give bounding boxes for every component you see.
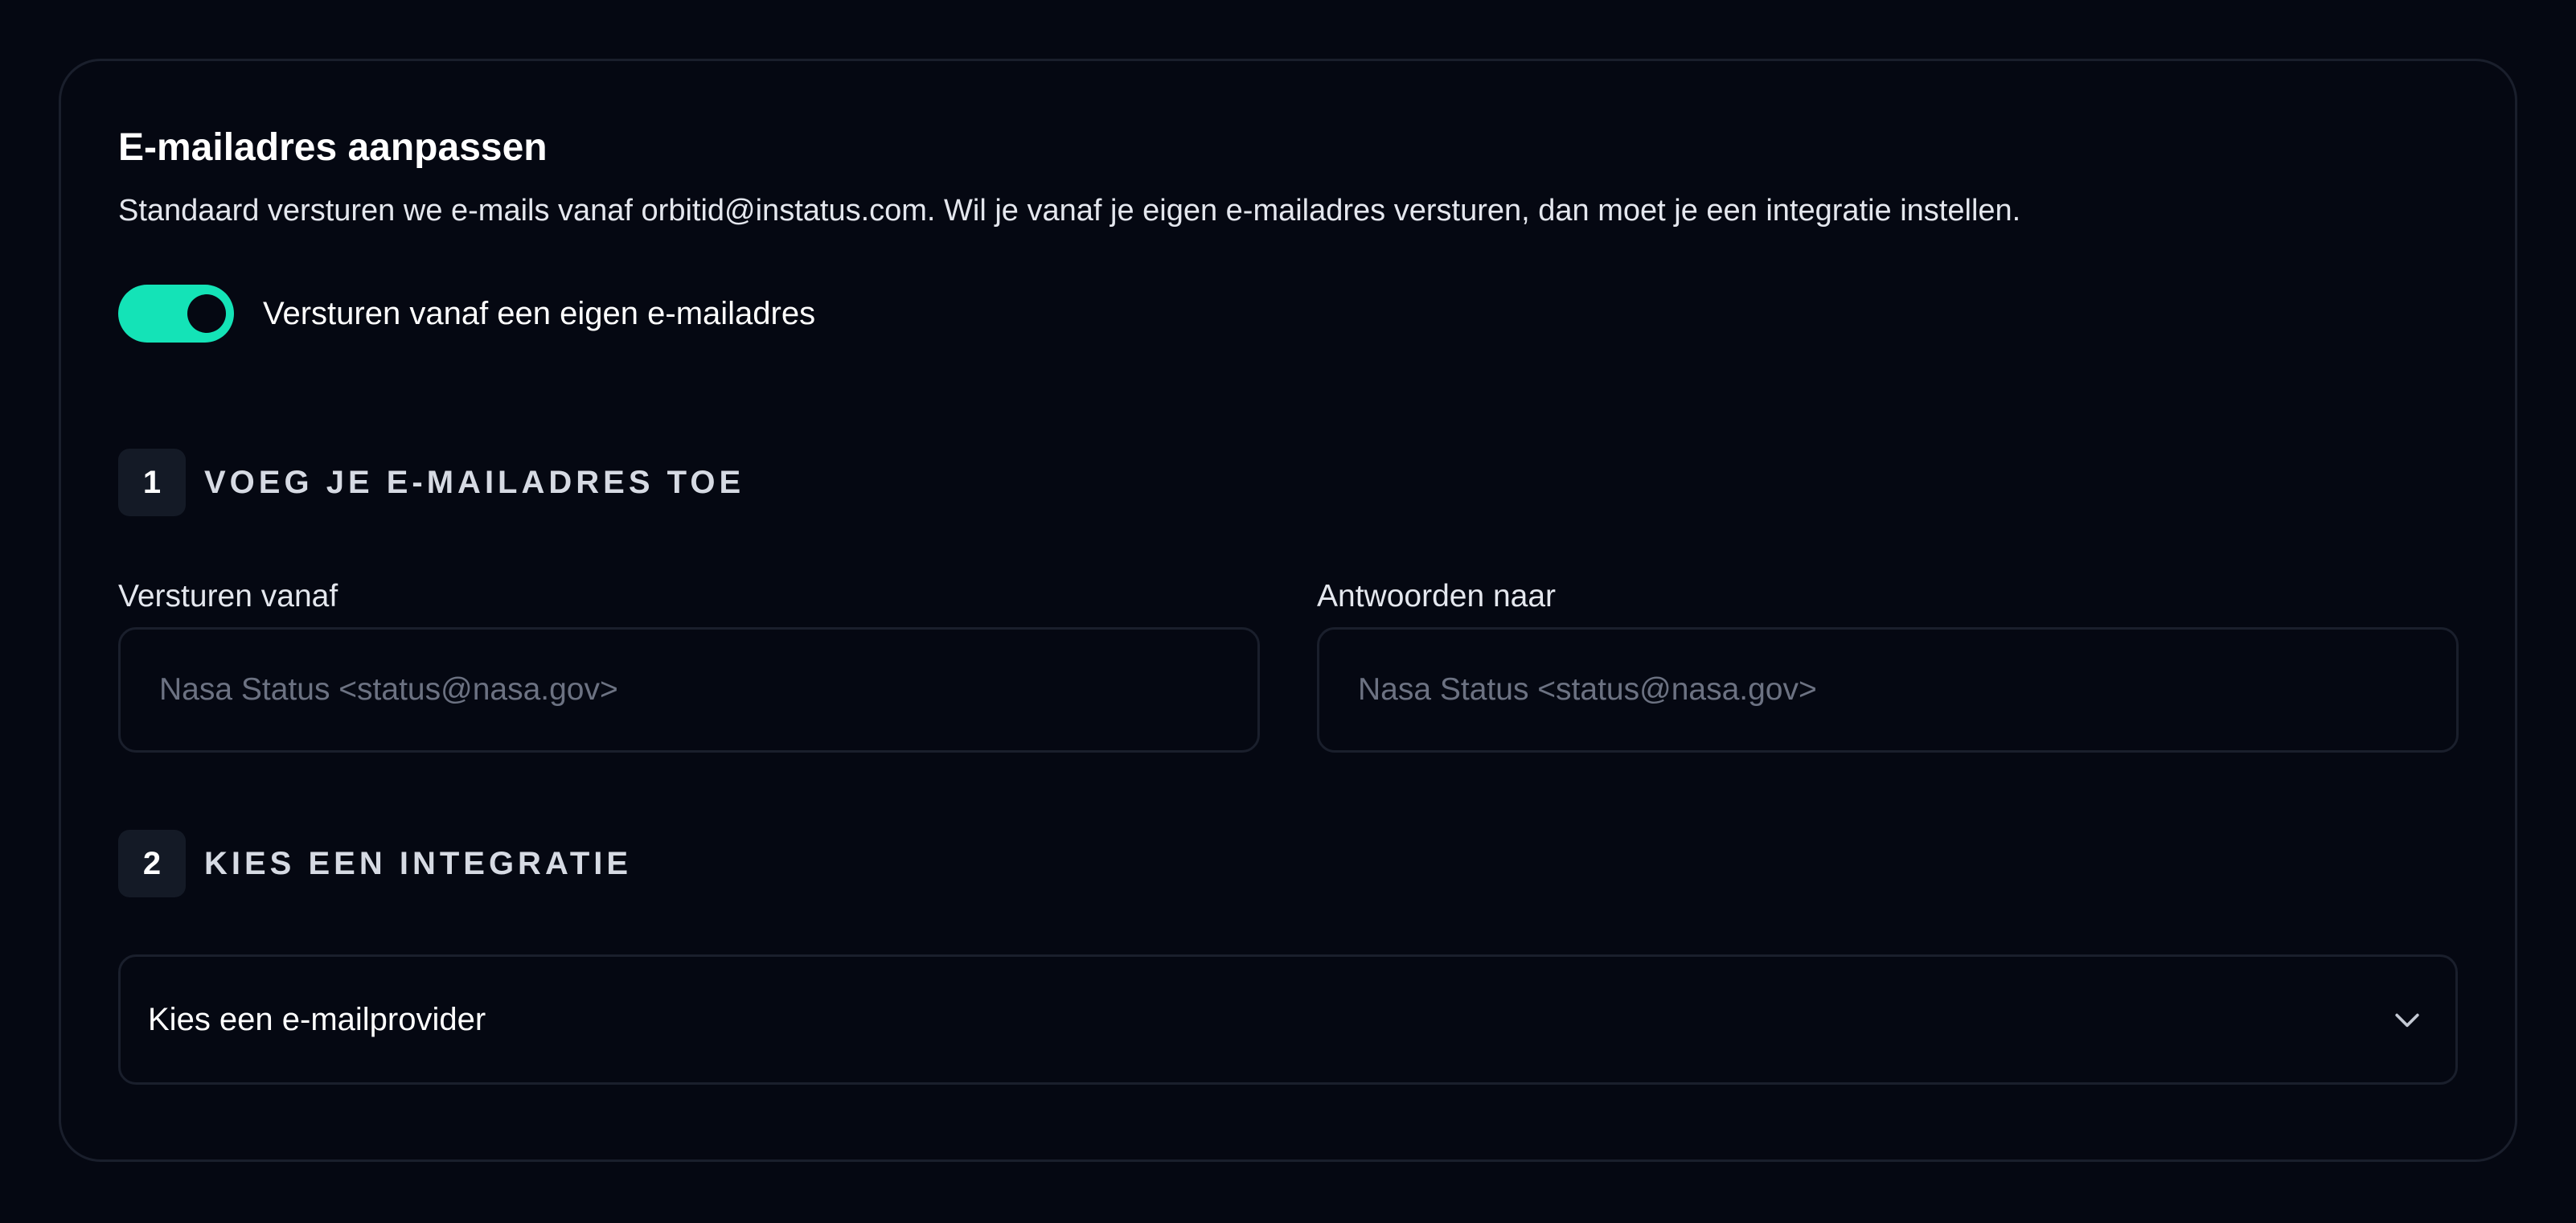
step-1-badge: 1: [118, 449, 186, 516]
custom-email-toggle[interactable]: [118, 285, 234, 343]
from-email-input[interactable]: [118, 627, 1260, 753]
step-2-title: KIES EEN INTEGRATIE: [204, 846, 633, 881]
toggle-knob: [187, 294, 226, 333]
section-description: Standaard versturen we e-mails vanaf orb…: [118, 194, 2021, 228]
email-provider-select[interactable]: Kies een e-mailprovider: [118, 954, 2458, 1085]
chevron-down-icon: [2395, 1013, 2419, 1028]
email-provider-select-value: Kies een e-mailprovider: [148, 1002, 486, 1037]
reply-to-email-input[interactable]: [1317, 627, 2459, 753]
reply-to-field-label: Antwoorden naar: [1317, 579, 1557, 614]
from-field-label: Versturen vanaf: [118, 579, 338, 614]
section-title: E-mailadres aanpassen: [118, 126, 548, 169]
step-2-badge: 2: [118, 830, 186, 897]
step-1-title: VOEG JE E-MAILADRES TOE: [204, 465, 745, 500]
toggle-label: Versturen vanaf een eigen e-mailadres: [263, 296, 816, 331]
